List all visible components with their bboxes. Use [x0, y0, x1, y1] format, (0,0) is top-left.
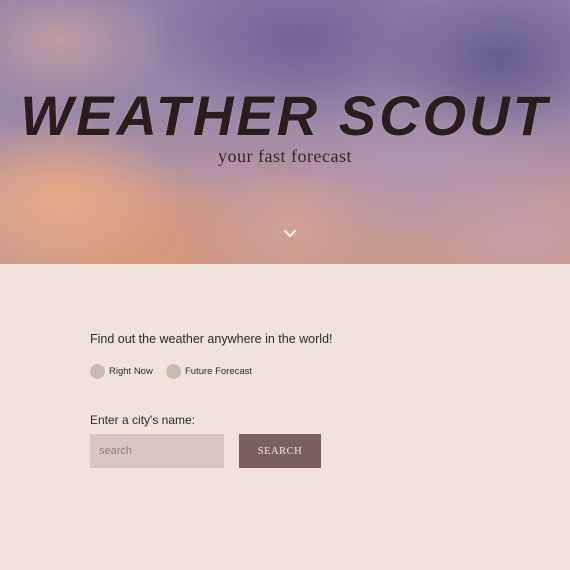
city-field-label: Enter a city's name:	[90, 413, 195, 427]
search-button[interactable]: SEARCH	[239, 434, 321, 468]
app-title: WEATHER SCOUT	[20, 84, 550, 147]
radio-button-icon[interactable]	[90, 364, 105, 379]
hero-banner: WEATHER SCOUT your fast forecast	[0, 0, 570, 264]
radio-future-forecast-label: Future Forecast	[185, 366, 253, 377]
app-subtitle: your fast forecast	[218, 146, 352, 166]
radio-right-now-label: Right Now	[109, 366, 153, 377]
intro-text: Find out the weather anywhere in the wor…	[90, 332, 333, 346]
city-search-input[interactable]	[90, 434, 224, 468]
forecast-mode-group: Right Now Future Forecast	[90, 364, 390, 382]
radio-button-icon[interactable]	[166, 364, 181, 379]
search-panel: Find out the weather anywhere in the wor…	[90, 330, 490, 468]
chevron-down-icon[interactable]	[281, 226, 299, 240]
